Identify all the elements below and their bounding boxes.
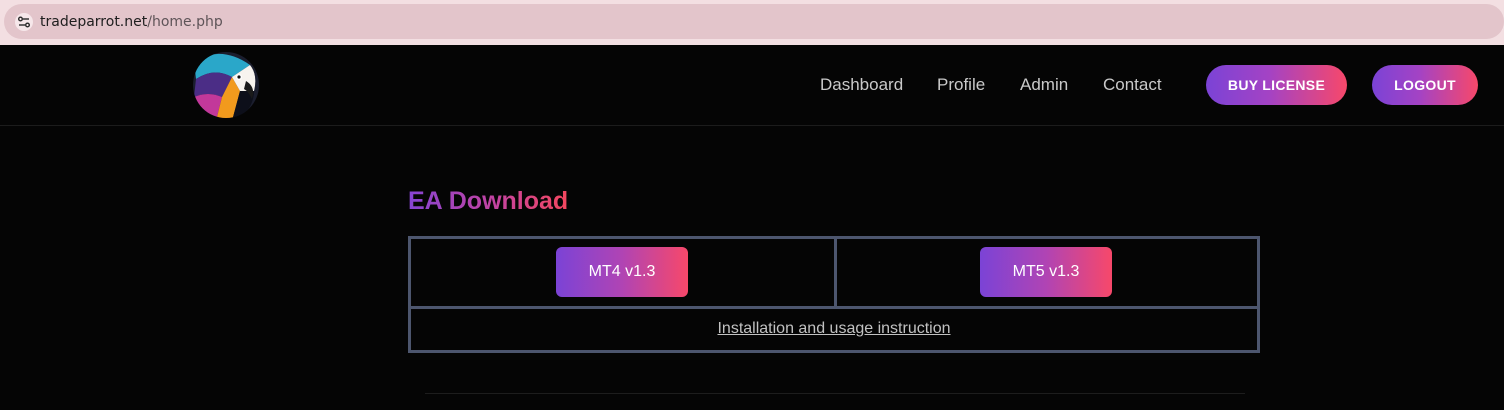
address-bar[interactable]: tradeparrot.net/home.php [4,4,1504,39]
table-row-divider [411,306,1257,309]
browser-toolbar: tradeparrot.net/home.php [0,0,1504,45]
site-header: Dashboard Profile Admin Contact BUY LICE… [0,45,1504,126]
table-column-divider [834,239,837,306]
nav-contact[interactable]: Contact [1103,75,1162,95]
page-title: EA Download [408,187,569,215]
url-path: /home.php [147,14,223,30]
mt4-download-button[interactable]: MT4 v1.3 [556,247,688,297]
nav-admin[interactable]: Admin [1020,75,1068,95]
nav-profile[interactable]: Profile [937,75,985,95]
divider [425,393,1245,394]
parrot-logo-icon[interactable] [192,51,260,119]
url-domain: tradeparrot.net [40,14,148,30]
logout-button[interactable]: LOGOUT [1372,65,1478,105]
buy-license-button[interactable]: BUY LICENSE [1206,65,1347,105]
url-text[interactable]: tradeparrot.net/home.php [40,13,223,31]
mt5-download-button[interactable]: MT5 v1.3 [980,247,1112,297]
site-settings-icon[interactable] [14,12,34,32]
nav-dashboard[interactable]: Dashboard [820,75,903,95]
installation-instruction-link[interactable]: Installation and usage instruction [411,319,1257,339]
download-table: MT4 v1.3 MT5 v1.3 Installation and usage… [408,236,1260,353]
